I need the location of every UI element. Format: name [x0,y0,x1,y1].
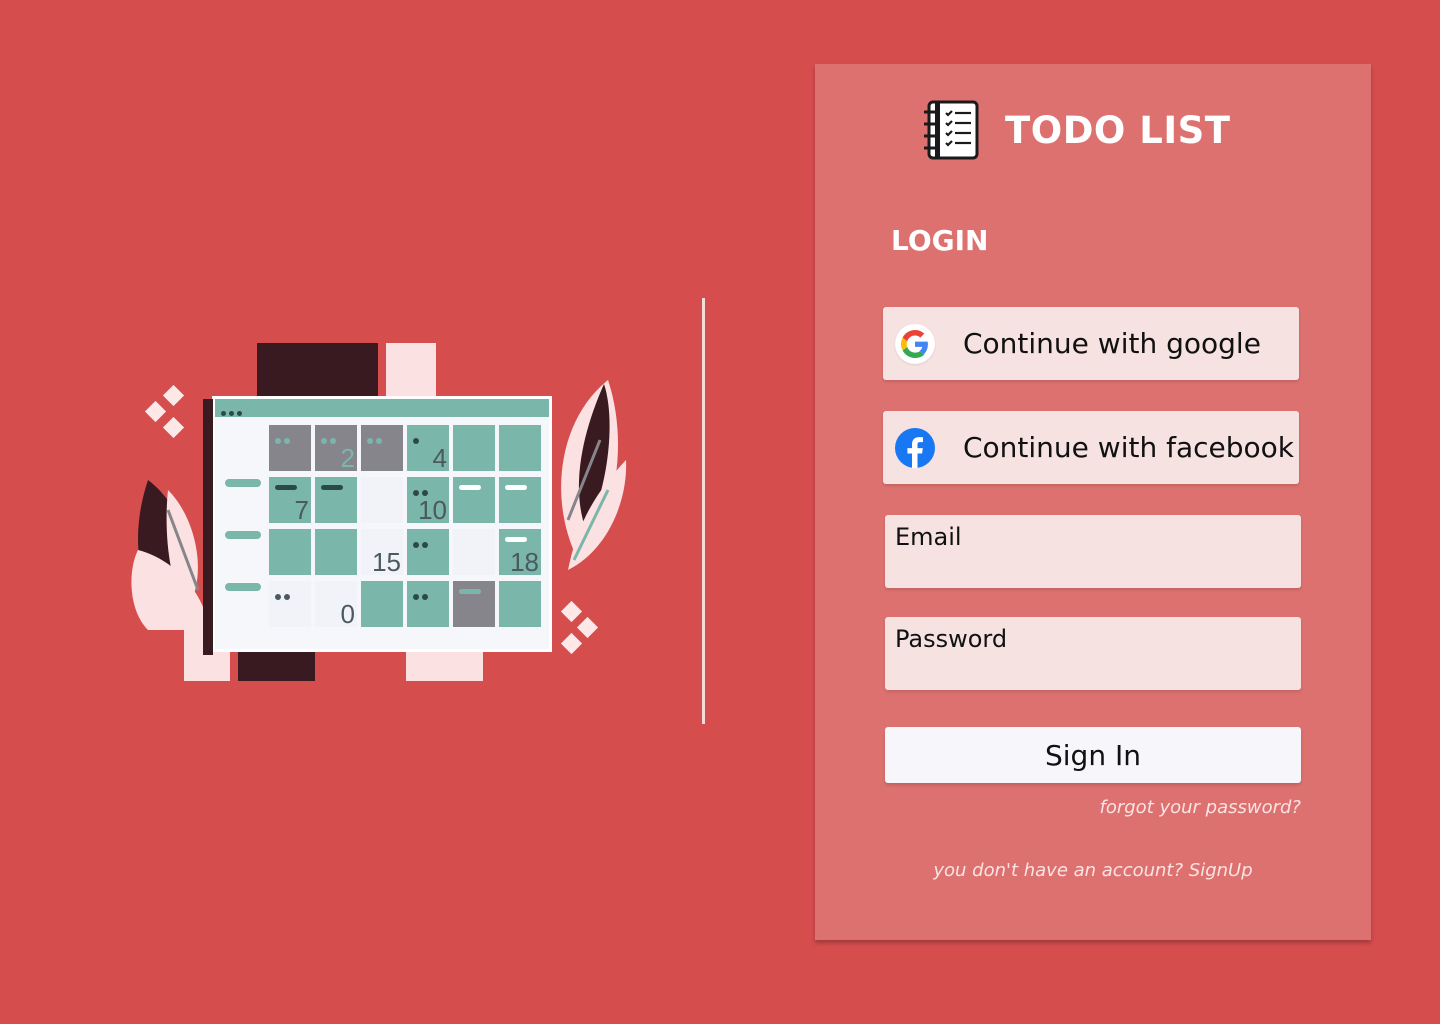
email-field[interactable]: Email [885,515,1301,588]
calendar-cell [407,529,449,575]
calendar-cell [453,529,495,575]
diamond-shape [144,400,167,423]
calendar-rail [225,479,261,487]
diamond-shape [560,632,583,655]
login-card: TODO LIST LOGIN Continue with google Con… [815,64,1371,940]
calendar-header-bar [215,399,549,417]
google-login-label: Continue with google [963,327,1261,360]
calendar-illustration: 2 4 7 10 15 18 0 [128,340,628,685]
login-heading: LOGIN [891,224,989,257]
calendar-cell: 18 [499,529,541,575]
calendar-cell [269,425,311,471]
calendar-cell: 2 [315,425,357,471]
facebook-login-label: Continue with facebook [963,431,1294,464]
calendar-cell [361,581,403,627]
google-login-button[interactable]: Continue with google [883,307,1299,380]
calendar-cell [499,477,541,523]
password-field[interactable]: Password [885,617,1301,690]
calendar-cell [453,477,495,523]
password-input[interactable] [895,658,1291,684]
password-label: Password [895,625,1008,653]
calendar-spine [203,399,213,655]
calendar-cell [453,581,495,627]
sign-in-button[interactable]: Sign In [885,727,1301,783]
deco-block-pink-top [386,343,436,403]
brand: TODO LIST [921,100,1230,160]
forgot-password-link[interactable]: forgot your password? [1100,797,1302,818]
calendar-cell [315,529,357,575]
calendar-rail [225,531,261,539]
app-title: TODO LIST [1005,108,1231,152]
vertical-divider [702,298,705,724]
calendar-cell: 7 [269,477,311,523]
calendar-cell [499,581,541,627]
facebook-icon [895,427,935,468]
email-label: Email [895,523,962,551]
facebook-login-button[interactable]: Continue with facebook [883,411,1299,484]
signup-link[interactable]: SignUp [1189,860,1253,881]
calendar-cell: 4 [407,425,449,471]
calendar-cell: 15 [361,529,403,575]
diamond-shape [162,416,185,439]
email-input[interactable] [895,556,1291,582]
signup-prompt: you don't have an account? SignUp [815,860,1371,881]
calendar-cell [499,425,541,471]
calendar-cell [361,477,403,523]
calendar-cell [269,529,311,575]
calendar-cell: 0 [315,581,357,627]
calendar-cell [315,477,357,523]
diamond-shape [560,600,583,623]
calendar-cell [361,425,403,471]
signup-prefix: you don't have an account? [933,860,1189,881]
calendar-rail [225,583,261,591]
google-icon [895,323,935,364]
diamond-shape [162,384,185,407]
notebook-checklist-icon [924,100,979,160]
calendar-cell [453,425,495,471]
calendar-cell: 10 [407,477,449,523]
calendar-cell [407,581,449,627]
calendar-graphic: 2 4 7 10 15 18 0 [203,396,552,655]
diamond-shape [576,616,599,639]
calendar-cell [269,581,311,627]
